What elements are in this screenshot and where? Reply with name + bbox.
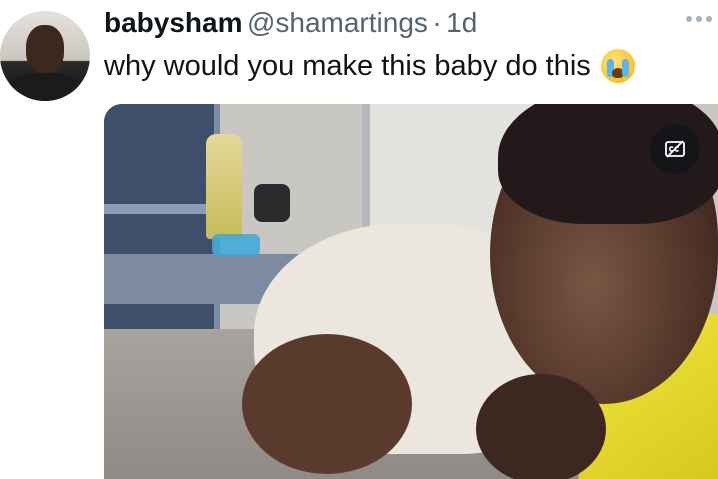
display-name[interactable]: babysham xyxy=(104,7,243,38)
tweet-text: why would you make this baby do this xyxy=(104,49,635,83)
video-frame-baby-arm xyxy=(242,334,412,474)
more-dot xyxy=(696,16,702,22)
shelf-tier xyxy=(104,204,208,214)
tweet-text-content: why would you make this baby do this xyxy=(104,49,591,82)
user-handle[interactable]: @shamartings xyxy=(247,7,428,38)
avatar-face xyxy=(26,25,64,73)
video-player[interactable] xyxy=(104,104,718,479)
more-options-icon[interactable] xyxy=(686,16,712,22)
timestamp[interactable]: 1d xyxy=(446,7,477,38)
loudly-crying-face-icon xyxy=(600,49,635,83)
more-dot xyxy=(686,16,692,22)
closed-captions-off-icon xyxy=(665,140,685,158)
emoji-mouth xyxy=(611,68,624,78)
closed-captions-button[interactable] xyxy=(650,124,700,174)
video-frame-toy-car xyxy=(254,184,290,222)
more-dot xyxy=(706,16,712,22)
video-frame-toy-light xyxy=(212,234,260,256)
video-frame-baby-hand xyxy=(476,374,606,479)
video-frame-toy xyxy=(206,134,242,239)
separator-dot: · xyxy=(432,7,442,38)
avatar-shoulders xyxy=(8,73,82,101)
tweet-header: babysham @shamartings · 1d xyxy=(104,7,477,43)
avatar[interactable] xyxy=(0,11,90,101)
